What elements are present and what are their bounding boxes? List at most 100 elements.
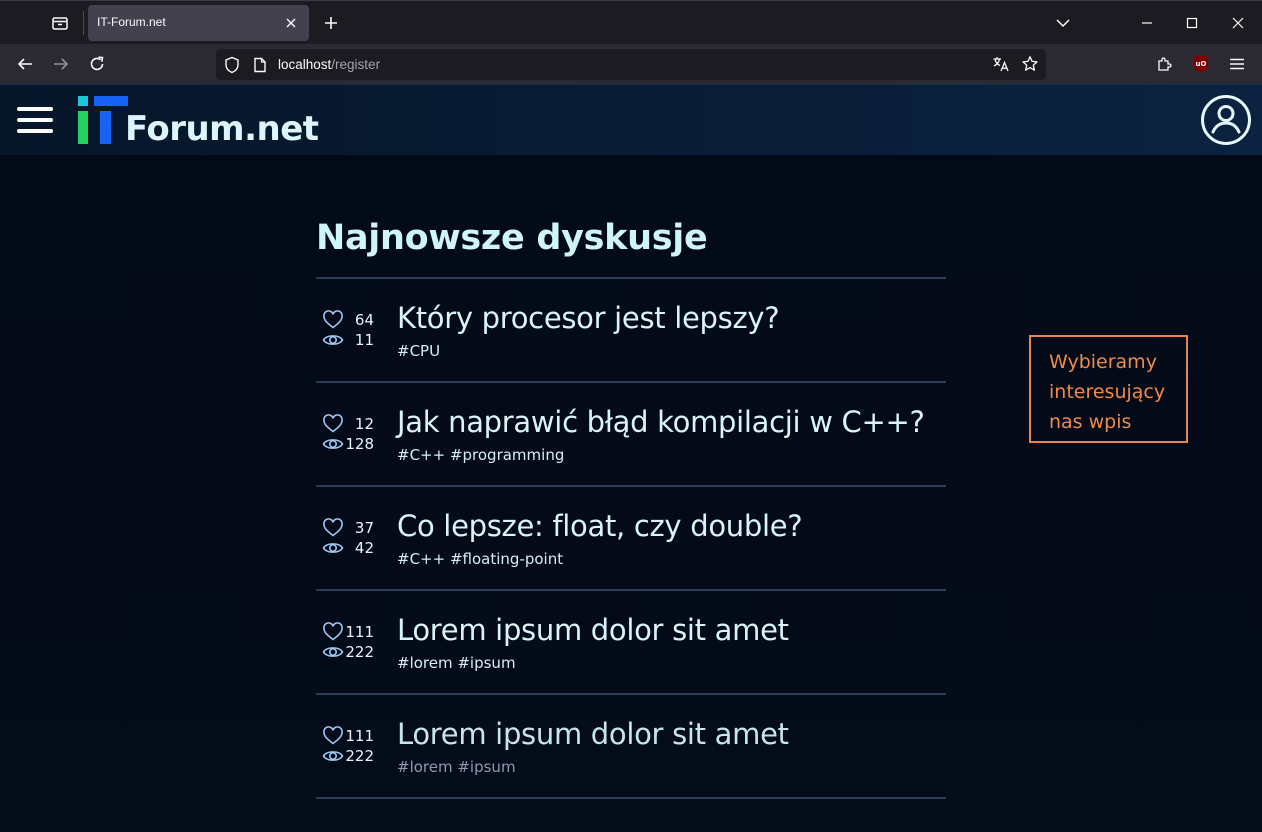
forward-button[interactable] bbox=[46, 49, 76, 79]
tab-title: IT-Forum.net bbox=[97, 15, 166, 29]
page-viewport: Forum.net Najnowsze dyskusje 64 11 Który… bbox=[0, 84, 1262, 832]
likes-stat: 37 bbox=[322, 518, 374, 538]
logo-text: Forum.net bbox=[125, 109, 319, 149]
annotation-callout: Wybieramy interesujący nas wpis bbox=[1029, 335, 1188, 443]
views-count: 11 bbox=[354, 331, 374, 349]
post-tags[interactable]: #CPU bbox=[397, 342, 440, 360]
user-avatar-icon bbox=[1201, 95, 1251, 145]
site-logo[interactable]: Forum.net bbox=[78, 95, 319, 149]
active-tab[interactable]: IT-Forum.net bbox=[88, 5, 309, 41]
menu-line bbox=[17, 129, 53, 133]
minimize-button[interactable] bbox=[1127, 7, 1167, 39]
hamburger-menu-icon bbox=[1230, 58, 1244, 70]
reload-icon bbox=[90, 56, 104, 71]
views-count: 42 bbox=[354, 539, 374, 557]
menu-line bbox=[17, 107, 53, 111]
translate-icon[interactable] bbox=[988, 51, 1014, 77]
eye-icon bbox=[322, 751, 344, 761]
heart-icon bbox=[323, 622, 343, 641]
heart-icon bbox=[323, 310, 343, 329]
chevron-down-icon bbox=[1056, 19, 1070, 28]
likes-count: 12 bbox=[354, 415, 374, 433]
eye-icon bbox=[322, 647, 344, 657]
plus-icon bbox=[325, 17, 337, 29]
annotation-line: interesujący bbox=[1049, 381, 1166, 403]
post-tags[interactable]: #C++ #programming bbox=[397, 446, 564, 464]
url-text[interactable]: localhost/register bbox=[278, 57, 380, 72]
list-all-tabs-button[interactable] bbox=[1050, 9, 1076, 37]
tab-overview-button[interactable] bbox=[42, 7, 78, 39]
logo-mark bbox=[94, 96, 128, 106]
app-menu-button[interactable] bbox=[1222, 49, 1252, 79]
ublock-icon: uO bbox=[1194, 56, 1208, 72]
likes-count: 111 bbox=[345, 727, 374, 745]
url-bar[interactable]: localhost/register bbox=[216, 49, 1046, 80]
post-item[interactable]: 64 11 Który procesor jest lepszy? #CPU bbox=[316, 279, 946, 383]
views-stat: 222 bbox=[322, 642, 374, 662]
post-tags[interactable]: #C++ #floating-point bbox=[397, 550, 563, 568]
url-path: /register bbox=[331, 57, 381, 72]
likes-stat: 64 bbox=[322, 310, 374, 330]
views-stat: 11 bbox=[322, 330, 374, 350]
back-button[interactable] bbox=[10, 49, 40, 79]
likes-stat: 111 bbox=[322, 726, 374, 746]
views-stat: 42 bbox=[322, 538, 374, 558]
discussions-feed: Najnowsze dyskusje 64 11 Który procesor … bbox=[316, 218, 946, 799]
logo-mark bbox=[78, 96, 88, 106]
eye-icon bbox=[322, 543, 344, 553]
annotation-line: nas wpis bbox=[1049, 411, 1132, 433]
post-title[interactable]: Co lepsze: float, czy double? bbox=[397, 509, 803, 543]
logo-mark bbox=[100, 111, 111, 144]
post-item[interactable]: 111 222 Lorem ipsum dolor sit amet #lore… bbox=[316, 695, 946, 799]
extensions-button[interactable] bbox=[1150, 49, 1180, 79]
ublock-button[interactable]: uO bbox=[1186, 49, 1216, 79]
post-item[interactable]: 37 42 Co lepsze: float, czy double? #C++… bbox=[316, 487, 946, 591]
views-stat: 222 bbox=[322, 746, 374, 766]
views-count: 222 bbox=[345, 643, 374, 661]
views-stat: 128 bbox=[322, 434, 374, 454]
post-title[interactable]: Lorem ipsum dolor sit amet bbox=[397, 717, 789, 751]
page-title: Najnowsze dyskusje bbox=[316, 218, 708, 258]
tab-close-button[interactable] bbox=[281, 13, 301, 33]
likes-stat: 12 bbox=[322, 414, 374, 434]
views-count: 222 bbox=[345, 747, 374, 765]
window-close-button[interactable] bbox=[1218, 7, 1258, 39]
post-title[interactable]: Jak naprawić błąd kompilacji w C++? bbox=[397, 405, 925, 439]
maximize-button[interactable] bbox=[1172, 7, 1212, 39]
post-title[interactable]: Który procesor jest lepszy? bbox=[397, 301, 780, 335]
tab-separator bbox=[83, 11, 84, 35]
post-item[interactable]: 12 128 Jak naprawić błąd kompilacji w C+… bbox=[316, 383, 946, 487]
eye-icon bbox=[322, 439, 344, 449]
annotation-line: Wybieramy bbox=[1049, 351, 1157, 373]
post-title[interactable]: Lorem ipsum dolor sit amet bbox=[397, 613, 789, 647]
browser-tab-bar: IT-Forum.net bbox=[0, 0, 1262, 44]
minimize-icon bbox=[1142, 22, 1152, 24]
post-tags[interactable]: #lorem #ipsum bbox=[397, 758, 516, 776]
arrow-right-icon bbox=[54, 58, 69, 70]
url-host: localhost bbox=[278, 57, 332, 72]
likes-count: 111 bbox=[345, 623, 374, 641]
new-tab-button[interactable] bbox=[318, 9, 344, 37]
eye-icon bbox=[322, 335, 344, 345]
puzzle-icon bbox=[1158, 57, 1172, 71]
site-menu-button[interactable] bbox=[17, 107, 53, 133]
heart-icon bbox=[323, 414, 343, 433]
views-count: 128 bbox=[345, 435, 374, 453]
likes-count: 64 bbox=[354, 311, 374, 329]
user-account-button[interactable] bbox=[1200, 94, 1252, 146]
page-icon[interactable] bbox=[248, 49, 272, 80]
logo-mark bbox=[78, 111, 88, 144]
heart-icon bbox=[323, 726, 343, 745]
arrow-left-icon bbox=[17, 58, 32, 70]
maximize-icon bbox=[1186, 17, 1198, 29]
heart-icon bbox=[323, 518, 343, 537]
site-header: Forum.net bbox=[0, 84, 1262, 155]
close-icon bbox=[1232, 17, 1244, 29]
post-item[interactable]: 111 222 Lorem ipsum dolor sit amet #lore… bbox=[316, 591, 946, 695]
post-tags[interactable]: #lorem #ipsum bbox=[397, 654, 516, 672]
shield-icon[interactable] bbox=[220, 49, 244, 80]
browser-toolbar: localhost/register uO bbox=[0, 44, 1262, 84]
bookmark-star-icon[interactable] bbox=[1017, 51, 1043, 77]
reload-button[interactable] bbox=[82, 49, 112, 79]
menu-line bbox=[17, 118, 53, 122]
